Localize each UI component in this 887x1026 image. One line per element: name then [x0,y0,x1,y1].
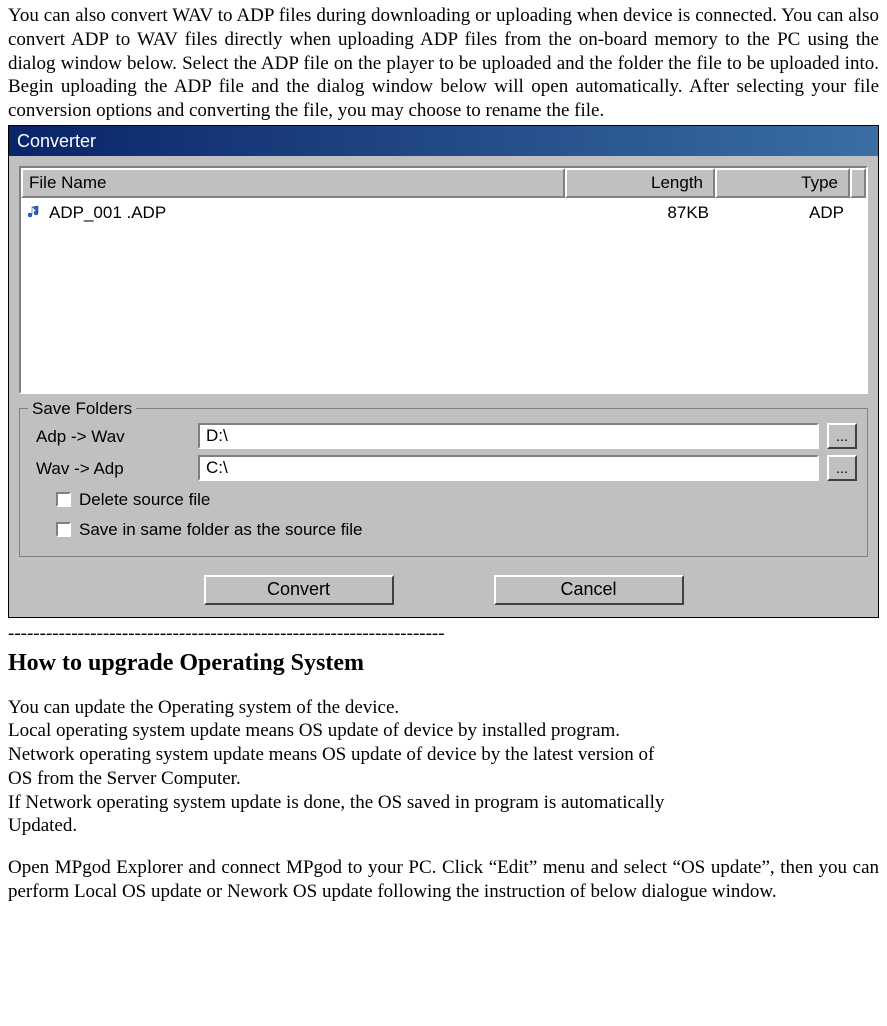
file-list-area: File Name Length Type ADP_001 .ADP 87KB … [9,156,878,402]
delete-source-row: Delete source file [56,489,857,510]
same-folder-label: Save in same folder as the source file [79,519,362,540]
body-line: You can update the Operating system of t… [8,696,879,720]
save-folders-fieldset: Save Folders Adp -> Wav ... Wav -> Adp .… [19,408,868,557]
save-folders-area: Save Folders Adp -> Wav ... Wav -> Adp .… [9,408,878,565]
cell-end [854,200,866,225]
dialog-button-row: Convert Cancel [9,565,878,617]
separator-line: ----------------------------------------… [8,622,879,646]
same-folder-row: Save in same folder as the source file [56,519,857,540]
col-header-end [850,168,866,197]
body-line: Network operating system update means OS… [8,743,879,767]
intro-paragraph: You can also convert WAV to ADP files du… [8,4,879,123]
delete-source-label: Delete source file [79,489,210,510]
cell-filename: ADP_001 .ADP [21,200,569,225]
file-list[interactable]: File Name Length Type ADP_001 .ADP 87KB … [19,166,868,394]
wav-adp-row: Wav -> Adp ... [30,455,857,481]
delete-source-checkbox[interactable] [56,492,71,507]
cell-length: 87KB [569,200,719,225]
adp-wav-row: Adp -> Wav ... [30,423,857,449]
cancel-button[interactable]: Cancel [494,575,684,605]
body-line: If Network operating system update is do… [8,791,879,815]
cell-filename-text: ADP_001 .ADP [49,202,166,223]
browse-adp-wav-button[interactable]: ... [827,423,857,449]
col-header-length[interactable]: Length [565,168,715,197]
wav-adp-label: Wav -> Adp [30,458,190,479]
file-list-header: File Name Length Type [21,168,866,197]
col-header-type[interactable]: Type [715,168,850,197]
dialog-titlebar: Converter [9,126,878,157]
table-row[interactable]: ADP_001 .ADP 87KB ADP [21,198,866,227]
wav-adp-path-input[interactable] [198,455,819,481]
browse-wav-adp-button[interactable]: ... [827,455,857,481]
save-folders-legend: Save Folders [28,398,136,419]
same-folder-checkbox[interactable] [56,522,71,537]
body-line: Local operating system update means OS u… [8,719,879,743]
convert-button[interactable]: Convert [204,575,394,605]
music-file-icon [27,204,43,220]
section-heading: How to upgrade Operating System [8,648,879,678]
col-header-filename[interactable]: File Name [21,168,565,197]
converter-dialog: Converter File Name Length Type ADP_001 … [8,125,879,618]
adp-wav-label: Adp -> Wav [30,426,190,447]
body-line: Updated. [8,814,879,838]
body-text-block: You can update the Operating system of t… [8,696,879,839]
cell-type: ADP [719,200,854,225]
body-line: OS from the Server Computer. [8,767,879,791]
final-paragraph: Open MPgod Explorer and connect MPgod to… [8,856,879,904]
adp-wav-path-input[interactable] [198,423,819,449]
